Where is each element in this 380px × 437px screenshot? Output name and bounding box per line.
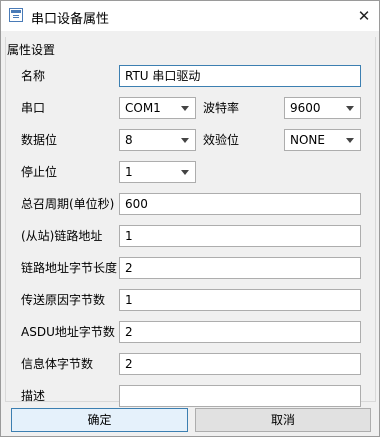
stopbits-value: 1 — [125, 165, 133, 179]
asdu-bytes-label: ASDU地址字节数 — [21, 325, 115, 339]
databits-select[interactable]: 8 — [119, 129, 196, 151]
window-icon — [9, 8, 23, 22]
link-address-length-input[interactable]: 2 — [119, 257, 361, 279]
port-value: COM1 — [125, 101, 161, 115]
device-properties-dialog: 串口设备属性 ✕ 属性设置 名称 RTU 串口驱动 串口 COM1 波特率 96… — [0, 0, 380, 437]
link-address-length-label: 链路地址字节长度 — [21, 261, 118, 275]
slave-address-label: (从站)链路地址 — [21, 229, 103, 243]
ioa-bytes-label: 信息体字节数 — [21, 357, 94, 371]
chevron-down-icon — [346, 106, 354, 111]
ok-button[interactable]: 确定 — [11, 408, 188, 432]
chevron-down-icon — [181, 106, 189, 111]
parity-label: 效验位 — [203, 133, 240, 147]
stopbits-select[interactable]: 1 — [119, 161, 196, 183]
baud-select[interactable]: 9600 — [284, 97, 361, 119]
port-label: 串口 — [21, 101, 46, 115]
baud-label: 波特率 — [203, 101, 240, 115]
stopbits-label: 停止位 — [21, 165, 58, 179]
cot-bytes-input[interactable]: 1 — [119, 289, 361, 311]
description-label: 描述 — [21, 389, 46, 403]
parity-select[interactable]: NONE — [284, 129, 361, 151]
close-icon[interactable]: ✕ — [349, 1, 379, 31]
period-label: 总召周期(单位秒) — [21, 197, 115, 211]
group-title: 属性设置 — [7, 43, 56, 57]
asdu-bytes-input[interactable]: 2 — [119, 321, 361, 343]
properties-group — [5, 37, 376, 402]
databits-value: 8 — [125, 133, 133, 147]
name-label: 名称 — [21, 69, 46, 83]
cancel-button[interactable]: 取消 — [195, 408, 371, 432]
description-input[interactable] — [119, 385, 361, 407]
ioa-bytes-input[interactable]: 2 — [119, 353, 361, 375]
databits-label: 数据位 — [21, 133, 58, 147]
slave-address-input[interactable]: 1 — [119, 225, 361, 247]
cot-bytes-label: 传送原因字节数 — [21, 293, 106, 307]
titlebar: 串口设备属性 ✕ — [1, 1, 379, 31]
window-title: 串口设备属性 — [31, 12, 110, 27]
chevron-down-icon — [181, 170, 189, 175]
period-input[interactable]: 600 — [119, 193, 361, 215]
baud-value: 9600 — [290, 101, 321, 115]
port-select[interactable]: COM1 — [119, 97, 196, 119]
chevron-down-icon — [181, 138, 189, 143]
parity-value: NONE — [290, 133, 325, 147]
chevron-down-icon — [346, 138, 354, 143]
name-input[interactable]: RTU 串口驱动 — [119, 65, 361, 87]
